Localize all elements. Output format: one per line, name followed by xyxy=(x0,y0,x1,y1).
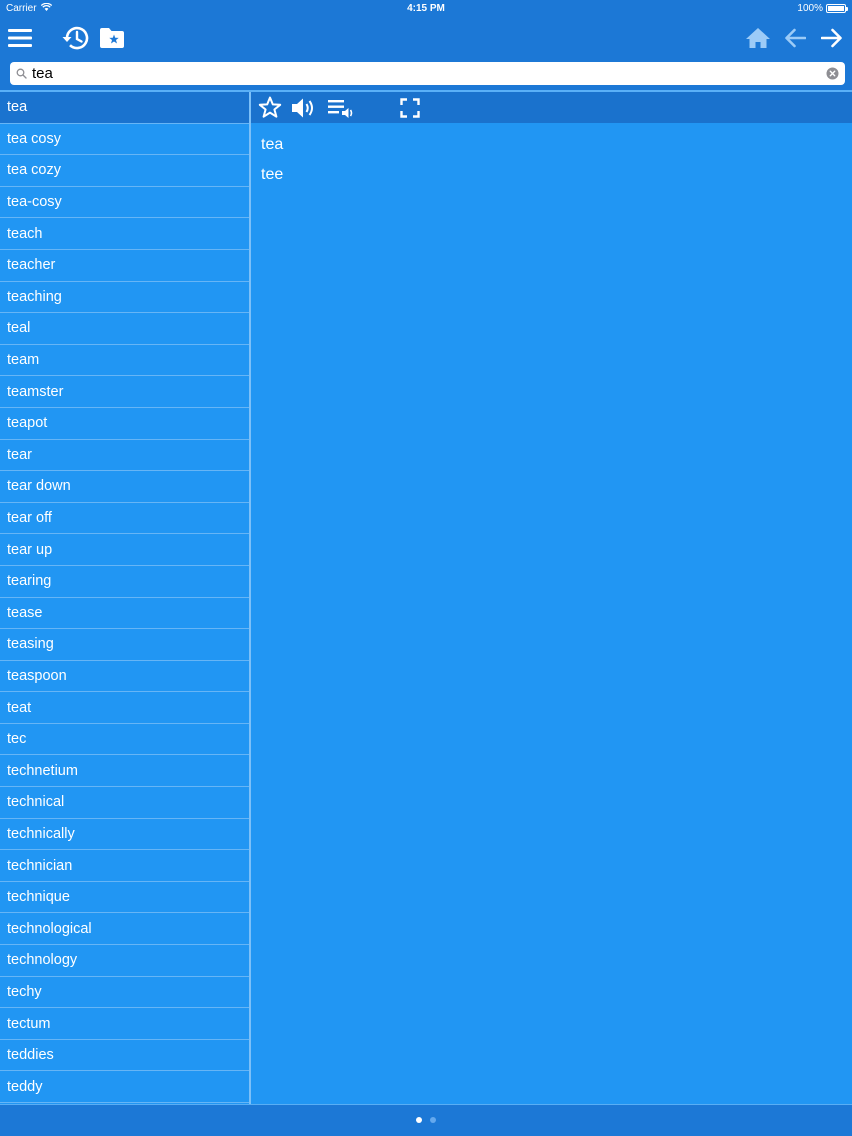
status-time: 4:15 PM xyxy=(407,3,445,14)
list-item[interactable]: teach xyxy=(0,218,250,250)
list-item[interactable]: teasing xyxy=(0,629,250,661)
search-bar xyxy=(0,58,852,90)
word-list: tea tea cosy tea cozy tea-cosy teach teacher t… xyxy=(0,92,250,1104)
list-item[interactable]: teddy xyxy=(0,1071,250,1103)
battery-percent: 100% xyxy=(797,3,823,14)
bottom-bar xyxy=(0,1104,852,1136)
battery-icon xyxy=(826,4,848,13)
list-item[interactable]: teaching xyxy=(0,282,250,314)
list-item[interactable]: tear off xyxy=(0,503,250,535)
list-item[interactable]: tea cosy xyxy=(0,124,250,156)
list-item[interactable]: teaspoon xyxy=(0,661,250,693)
detail-line-tea[interactable]: tea xyxy=(261,136,283,154)
search-input[interactable] xyxy=(32,63,812,84)
list-item[interactable]: tear up xyxy=(0,534,250,566)
fullscreen-icon[interactable] xyxy=(399,94,421,121)
list-item[interactable]: teddies xyxy=(0,1040,250,1072)
page-dot-active xyxy=(416,1117,422,1123)
list-item[interactable]: teamster xyxy=(0,376,250,408)
history-icon[interactable] xyxy=(59,22,91,54)
search-field[interactable] xyxy=(10,62,845,85)
list-item[interactable]: tea xyxy=(0,92,250,124)
detail-toolbar xyxy=(251,92,852,123)
list-item[interactable]: teat xyxy=(0,692,250,724)
list-item[interactable]: tea cozy xyxy=(0,155,250,187)
list-item[interactable]: technological xyxy=(0,913,250,946)
top-toolbar xyxy=(0,18,852,58)
list-item[interactable]: technetium xyxy=(0,755,250,788)
detail-line-tee[interactable]: tee xyxy=(261,166,283,184)
status-bar: Carrier 4:15 PM 100% xyxy=(0,0,852,18)
list-item[interactable]: teapot xyxy=(0,408,250,440)
list-item[interactable]: tear down xyxy=(0,471,250,503)
list-item[interactable]: teal xyxy=(0,313,250,345)
detail-panel: tea tee xyxy=(251,123,852,1104)
list-item[interactable]: teacher xyxy=(0,250,250,282)
list-item[interactable]: technique xyxy=(0,882,250,914)
list-item[interactable]: technically xyxy=(0,819,250,851)
bookmark-folder-icon[interactable] xyxy=(96,22,128,54)
list-item[interactable]: tea-cosy xyxy=(0,187,250,219)
list-item[interactable]: technical xyxy=(0,787,250,819)
clear-search-icon[interactable] xyxy=(826,67,839,80)
list-item[interactable]: tease xyxy=(0,598,250,630)
home-icon[interactable] xyxy=(742,22,774,54)
list-item[interactable]: technician xyxy=(0,850,250,882)
page-indicator[interactable] xyxy=(0,1117,852,1123)
hamburger-menu-icon[interactable] xyxy=(4,22,36,54)
arrow-right-icon[interactable] xyxy=(816,22,848,54)
list-item[interactable]: technology xyxy=(0,945,250,977)
list-item[interactable]: tear xyxy=(0,440,250,472)
status-right: 100% xyxy=(797,3,848,14)
search-icon xyxy=(16,68,28,80)
list-item[interactable]: tec xyxy=(0,724,250,756)
list-item[interactable]: tearing xyxy=(0,566,250,598)
list-item[interactable]: team xyxy=(0,345,250,377)
page-dot-inactive xyxy=(430,1117,436,1123)
speaker-icon[interactable] xyxy=(291,94,317,121)
star-outline-icon[interactable] xyxy=(257,94,283,121)
playlist-audio-icon[interactable] xyxy=(326,94,356,121)
arrow-left-icon[interactable] xyxy=(779,22,811,54)
list-item[interactable]: techy xyxy=(0,977,250,1009)
list-item[interactable]: tectum xyxy=(0,1008,250,1040)
